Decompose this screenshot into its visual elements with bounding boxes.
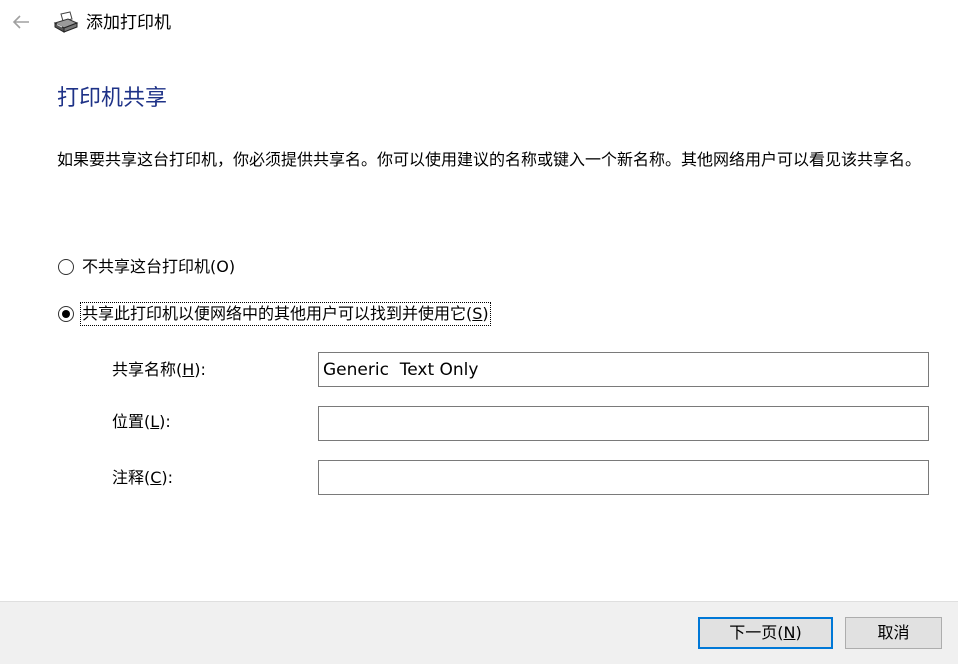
arrow-left-icon [12, 15, 29, 29]
back-button[interactable] [6, 9, 36, 35]
footer-bar: 下一页(N) 取消 [0, 601, 958, 664]
page-title: 打印机共享 [57, 86, 168, 111]
printer-icon [53, 11, 79, 33]
radio-selected-dot [62, 310, 70, 318]
radio-share[interactable]: 共享此打印机以便网络中的其他用户可以找到并使用它(S) [57, 302, 491, 326]
window-title: 添加打印机 [86, 13, 171, 33]
location-input[interactable] [318, 406, 929, 441]
radio-no-share[interactable]: 不共享这台打印机(O) [57, 255, 236, 279]
radio-circle-selected[interactable] [58, 306, 74, 322]
location-label: 位置(L): [112, 412, 171, 431]
header: 添加打印机 [0, 0, 958, 46]
add-printer-window: 添加打印机 打印机共享 如果要共享这台打印机，你必须提供共享名。你可以使用建议的… [0, 0, 958, 664]
radio-circle[interactable] [58, 259, 74, 275]
radio-no-share-label[interactable]: 不共享这台打印机(O) [81, 256, 236, 278]
next-button[interactable]: 下一页(N) [698, 617, 833, 649]
radio-share-label[interactable]: 共享此打印机以便网络中的其他用户可以找到并使用它(S) [80, 302, 491, 326]
share-name-label: 共享名称(H): [112, 360, 206, 379]
comment-input[interactable] [318, 460, 929, 495]
cancel-button[interactable]: 取消 [845, 617, 942, 649]
share-name-input[interactable] [318, 352, 929, 387]
description-text: 如果要共享这台打印机，你必须提供共享名。你可以使用建议的名称或键入一个新名称。其… [57, 150, 922, 169]
comment-label: 注释(C): [112, 468, 174, 487]
